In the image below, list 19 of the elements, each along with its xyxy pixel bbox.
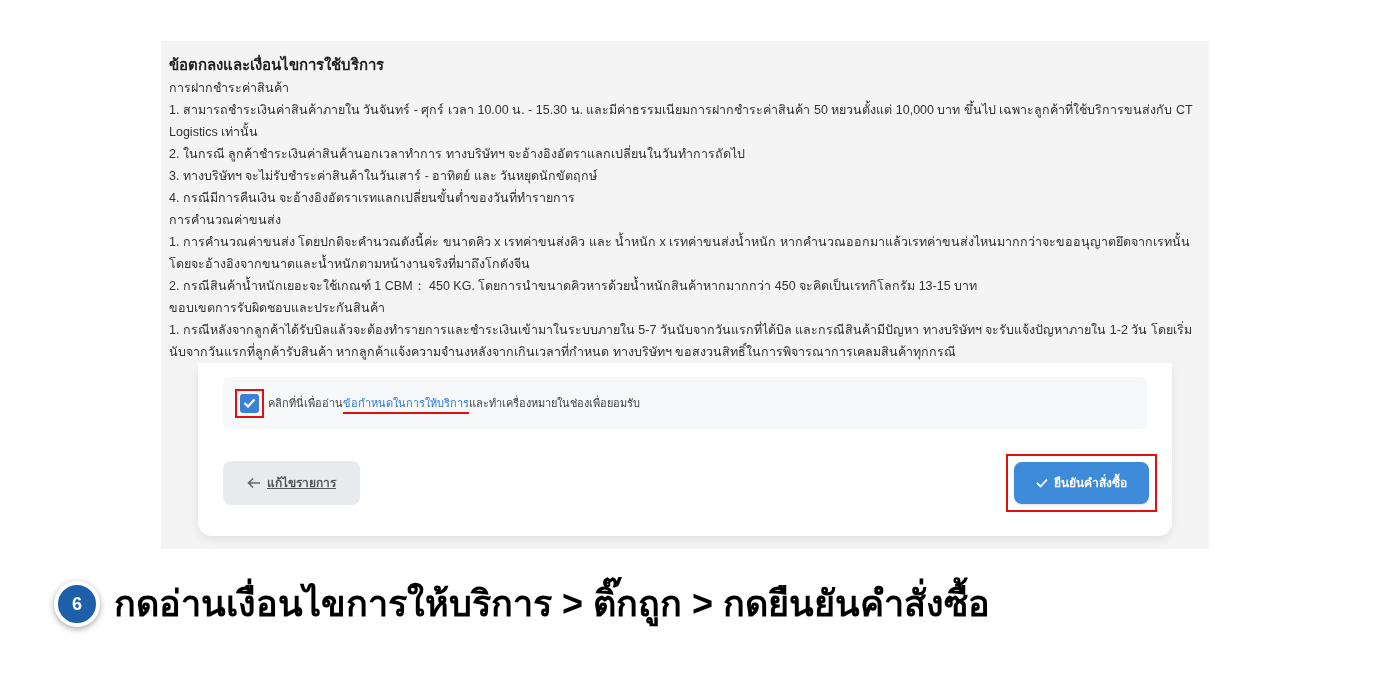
section-heading: การคำนวณค่าขนส่ง bbox=[169, 212, 282, 229]
back-button[interactable]: แก้ไขรายการ bbox=[223, 461, 360, 505]
check-icon bbox=[1036, 478, 1048, 488]
terms-title: ข้อตกลงและเงื่อนไขการใช้บริการ bbox=[169, 53, 385, 75]
agreement-text: คลิกที่นี่เพื่ออ่านข้อกำหนดในการให้บริการและทำเครื่องหมายในช่องเพื่อยอมรับ bbox=[268, 394, 640, 412]
section-heading: การฝากชำระค่าสินค้า bbox=[169, 80, 290, 97]
left-arrow-icon bbox=[247, 477, 261, 489]
terms-paragraph: 4. กรณีมีการคืนเงิน จะอ้างอิงอัตราเรทแลกเปลี่ยนขั้นต่ำของวันที่ทำรายการ bbox=[169, 187, 1201, 209]
section-heading: ขอบเขตการรับผิดชอบและประกันสินค้า bbox=[169, 300, 386, 317]
checkbox[interactable] bbox=[240, 393, 259, 413]
terms-paragraph: 3. ทางบริษัทฯ จะไม่รับชำระค่าสินค้าในวันเสาร์ - อาทิตย์ และ วันหยุดนักขัตฤกษ์ bbox=[169, 168, 599, 186]
terms-paragraph: 1. การคำนวณค่าขนส่ง โดยปกติจะคำนวณดังนี้ค่ะ ขนาดคิว x เรทค่าขนส่งคิว และ น้ำหนัก x เรทค่าขนส่งน้ำหนัก หากคำนวณออกมาแล้วเรทค่าขนส่งไหนมากกว่าจะขออนุญาตยึดจากเรทนั้น โดยจะอ้างอิงจากขนาดและน้ำหนักตามหน้างานจริงที่มาถึงโกดังจีน bbox=[169, 231, 1201, 275]
terms-paragraph: 2. ในกรณี ลูกค้าชำระเงินค่าสินค้านอกเวลาทำการ ทางบริษัทฯ จะอ้างอิงอัตราแลกเปลี่ยนในวันทำการถัดไป bbox=[169, 144, 747, 164]
terms-paragraph: 1. กรณีหลังจากลูกค้าได้รับบิลแล้วจะต้องทำรายการและชำระเงินเข้ามาในระบบภายใน 5-7 วันนับจากวันแรกที่ได้บิล และกรณีสินค้ามีปัญหา ทางบริษัทฯ จะรับแจ้งปัญหาภายใน 1-2 วัน โดยเริ่มนับจากวันแรกที่ลูกค้ารับสินค้า หากลูกค้าแจ้งความจำนงหลังจากเกินเวลาที่กำหนด ทางบริษัทฯ ขอสงวนสิทธิ์ในการพิจารณาการเคลมสินค้าทุกกรณี bbox=[169, 320, 1193, 362]
caption: กดอ่านเงื่อนไขการให้บริการ > ติ๊กถูก > กดยืนยันคำสั่งซื้อ bbox=[114, 577, 991, 631]
terms-paragraph: 2. กรณีสินค้าน้ำหนักเยอะจะใช้เกณฑ์ 1 CBM： 450 KG. โดยการนำขนาดคิวหารด้วยน้ำหนักสินค้าหากมากกว่า 450 จะคิดเป็นเรทกิโลกรัม 13-15 บาท bbox=[169, 275, 1201, 297]
confirm-order-button[interactable]: ยืนยันคำสั่งซื้อ bbox=[1014, 462, 1149, 504]
terms-link[interactable]: ข้อกำหนดในการให้บริการ bbox=[343, 396, 469, 414]
terms-paragraph: 1. สามารถชำระเงินค่าสินค้าภายใน วันจันทร์ - ศุกร์ เวลา 10.00 น. - 15.30 น. และมีค่าธรรมเนียมการฝากชำระค่าสินค้า 50 หยวนตั้งแต่ 10,000 บาท ขึ้นไป เฉพาะลูกค้าที่ใช้บริการขนส่งกับ CT Logistics เท่านั้น bbox=[169, 99, 1201, 143]
